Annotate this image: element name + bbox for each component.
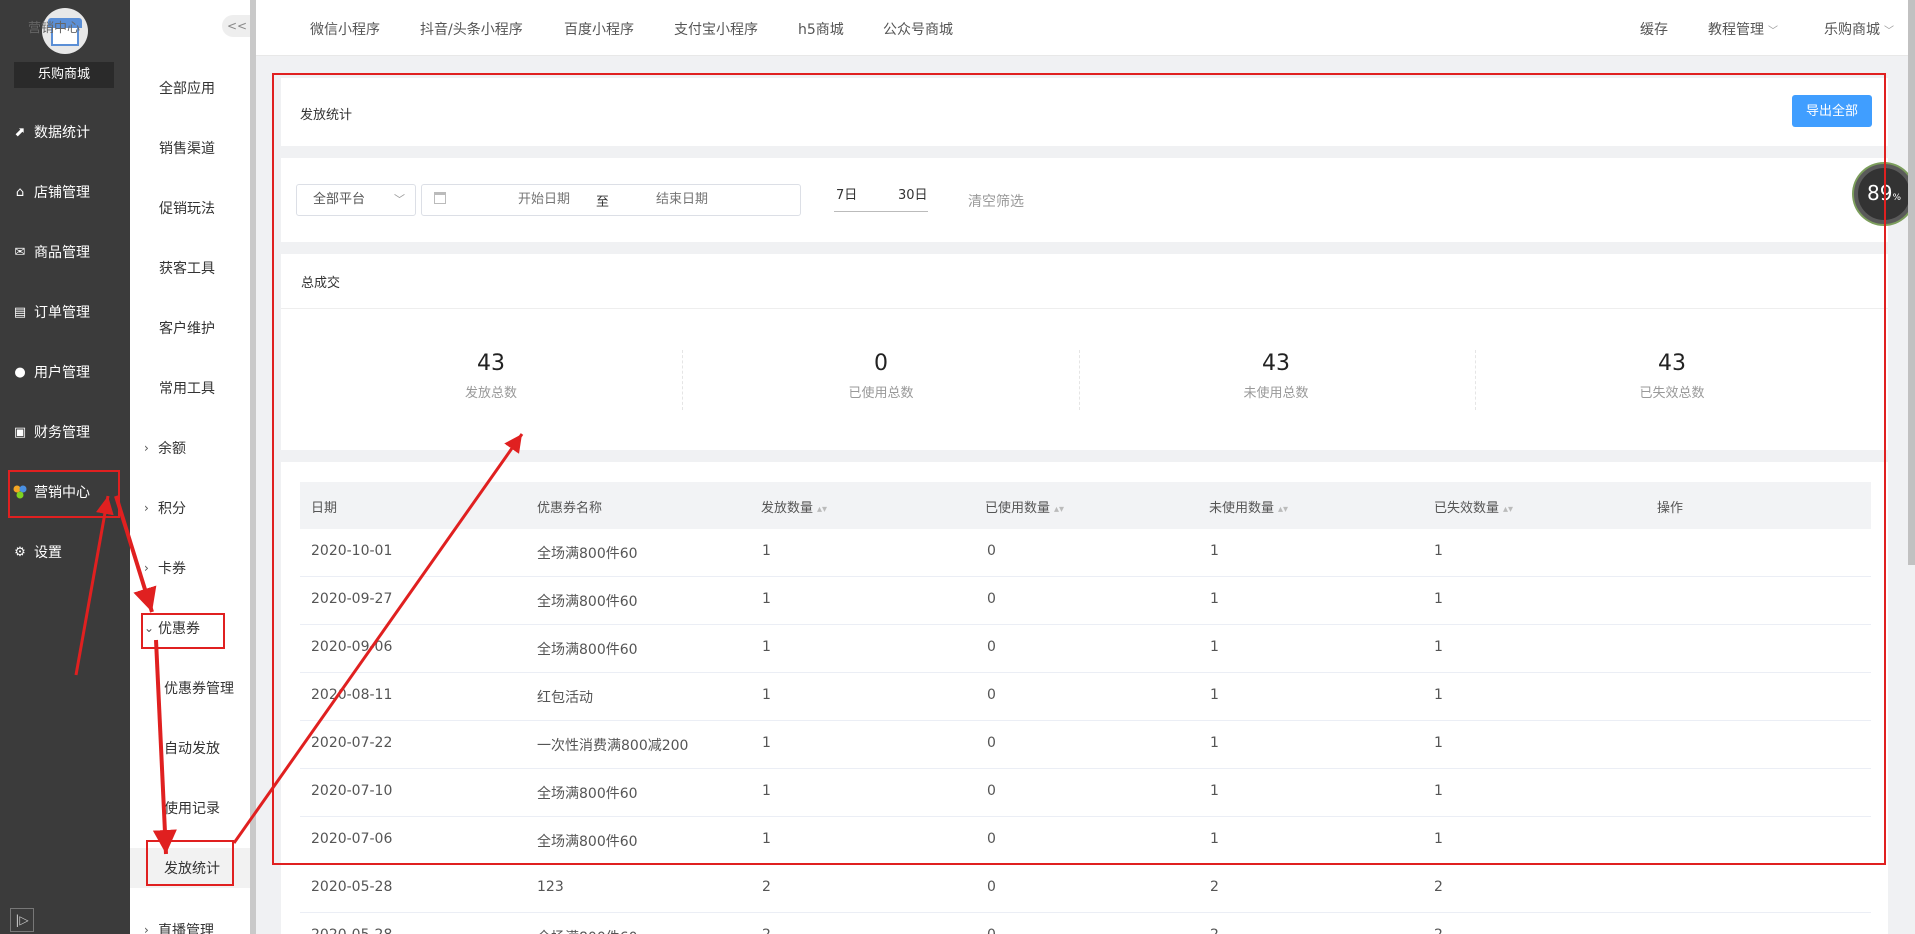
annotation-arrows: [74, 433, 524, 855]
annotation-arrow: [152, 639, 177, 855]
annotation-arrow: [114, 495, 157, 613]
page-scrollbar[interactable]: [1908, 0, 1915, 565]
annotation-arrow: [74, 495, 114, 676]
annotation-arrow: [232, 433, 524, 844]
